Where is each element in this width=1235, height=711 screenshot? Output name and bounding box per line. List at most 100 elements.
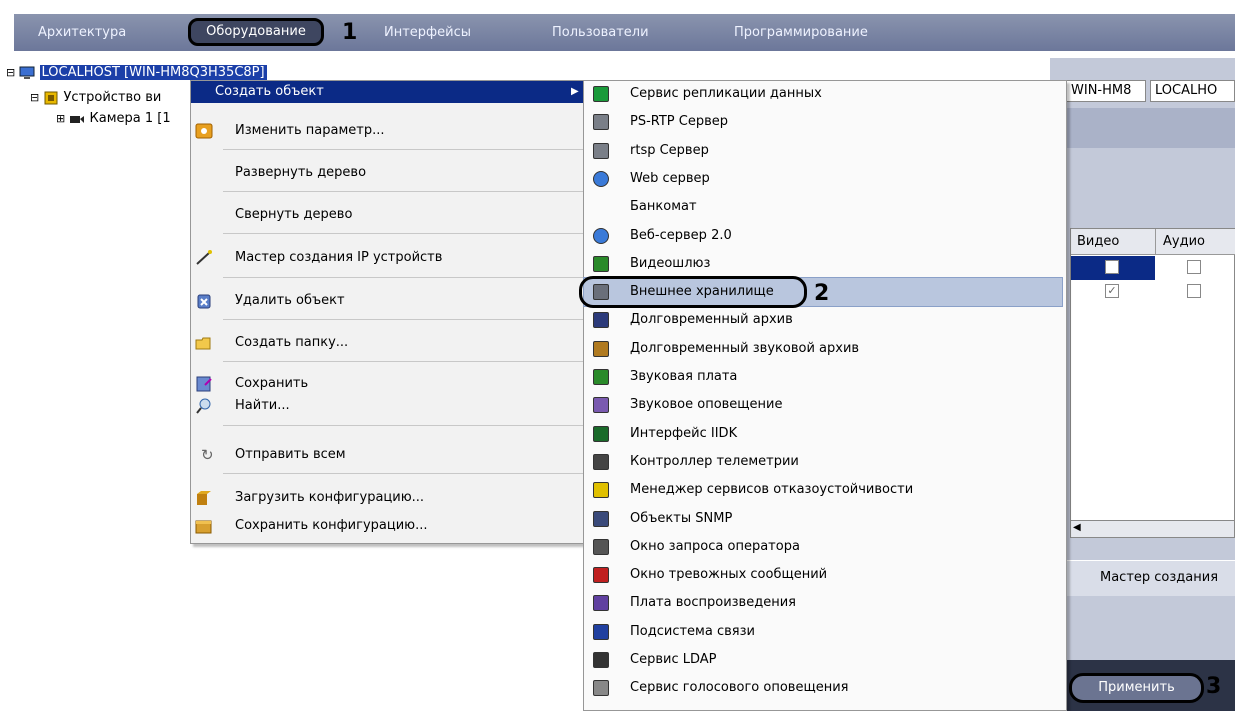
submenu-item[interactable]: Менеджер сервисов отказоустойчивости <box>584 476 1066 504</box>
tab-programming[interactable]: Программирование <box>734 14 868 51</box>
submenu-item[interactable]: Объекты SNMP <box>584 505 1066 533</box>
submenu-item-label: Подсистема связи <box>630 623 755 639</box>
tab-users[interactable]: Пользователи <box>552 14 649 51</box>
menu-separator <box>223 473 585 474</box>
submenu-item[interactable]: Окно тревожных сообщений <box>584 561 1066 589</box>
submenu-item[interactable]: Долговременный звуковой архив <box>584 335 1066 363</box>
computer-icon <box>19 66 35 79</box>
context-menu: Создать объект ▶ Изменить параметр... Ра… <box>190 80 588 544</box>
video-checkbox-1[interactable] <box>1105 260 1119 274</box>
new-folder-icon <box>195 337 211 350</box>
menu-create-folder[interactable]: Создать папку... <box>191 329 587 357</box>
submenu-item[interactable]: PS-RTP Сервер <box>584 108 1066 136</box>
submenu-item-label: Сервис LDAP <box>630 652 717 667</box>
save-icon <box>196 376 212 392</box>
menu-find[interactable]: Найти... <box>191 392 587 420</box>
menu-expand-tree[interactable]: Развернуть дерево <box>191 159 587 187</box>
expand-icon[interactable]: ⊞ <box>56 112 65 125</box>
submenu-item[interactable]: Звуковая плата <box>584 363 1066 391</box>
collapse-icon[interactable]: ⊟ <box>6 66 15 79</box>
menu-collapse-tree[interactable]: Свернуть дерево <box>191 201 587 229</box>
collapse-icon[interactable]: ⊟ <box>30 91 39 104</box>
submenu-item-label: Сервис голосового оповещения <box>630 680 849 696</box>
submenu-item-label: Долговременный звуковой архив <box>630 340 860 356</box>
submenu-item-label: Объекты SNMP <box>630 510 733 526</box>
grid-table: Видео Аудио ✓ <box>1070 228 1235 534</box>
tree-device[interactable]: ⊟ Устройство ви <box>30 89 161 107</box>
col-video[interactable]: Видео <box>1077 234 1119 249</box>
submenu-item[interactable]: rtsp Сервер <box>584 137 1066 165</box>
menu-delete-object[interactable]: Удалить объект <box>191 287 587 315</box>
camera-icon <box>70 115 85 123</box>
telemetry-icon <box>593 453 609 470</box>
apply-button[interactable]: Применить <box>1069 673 1204 703</box>
save-config-icon <box>195 520 212 534</box>
col-divider <box>1155 229 1156 255</box>
submenu-item-label: Менеджер сервисов отказоустойчивости <box>630 482 914 498</box>
submenu-item-label: Плата воспроизведения <box>630 595 796 611</box>
submenu-item[interactable]: Веб-сервер 2.0 <box>584 222 1066 250</box>
server-icon <box>593 114 609 131</box>
submenu-item-label: rtsp Сервер <box>630 142 709 158</box>
menu-change-param[interactable]: Изменить параметр... <box>191 117 587 145</box>
scroll-left-icon[interactable]: ◀ <box>1073 522 1081 533</box>
submenu-item[interactable]: Web сервер <box>584 165 1066 193</box>
submenu-item[interactable]: Подсистема связи <box>584 618 1066 646</box>
monitor-icon <box>593 623 609 640</box>
submenu-item-label: PS-RTP Сервер <box>630 114 729 130</box>
audio-checkbox-2[interactable] <box>1187 284 1201 298</box>
video-checkbox-2[interactable]: ✓ <box>1105 284 1119 298</box>
audio-checkbox-1[interactable] <box>1187 260 1201 274</box>
submenu-item[interactable]: Сервис репликации данных <box>584 80 1066 108</box>
submenu-item[interactable]: Долговременный архив <box>584 306 1066 334</box>
submenu-item[interactable]: Окно запроса оператора <box>584 533 1066 561</box>
tab-architecture[interactable]: Архитектура <box>38 14 126 51</box>
submenu-item[interactable]: Звуковое оповещение <box>584 391 1066 419</box>
refresh-icon: ↻ <box>201 446 214 464</box>
menu-separator <box>223 277 585 278</box>
submenu-item[interactable]: Видеошлюз <box>584 250 1066 278</box>
snmp-icon <box>593 510 609 527</box>
submenu-item[interactable]: Интерфейс IIDK <box>584 420 1066 448</box>
hand-icon <box>593 538 609 555</box>
horizontal-scrollbar[interactable]: ◀ <box>1070 520 1235 538</box>
menu-ip-wizard[interactable]: Мастер создания IP устройств <box>191 244 587 272</box>
alarm-list-icon <box>593 567 609 584</box>
callout-2: 2 <box>814 281 830 306</box>
submenu-item-label: Web сервер <box>630 170 710 186</box>
magic-wand-icon <box>196 250 212 265</box>
menu-separator <box>223 149 585 150</box>
col-audio[interactable]: Аудио <box>1163 234 1205 249</box>
wizard-button[interactable]: Мастер создания <box>1100 570 1218 585</box>
submenu-item[interactable]: Сервис голосового оповещения <box>584 674 1066 702</box>
menu-separator <box>223 319 585 320</box>
submenu-item-label: Долговременный архив <box>630 312 793 328</box>
submenu-item[interactable]: Банкомат <box>584 193 1066 221</box>
menu-load-config[interactable]: Загрузить конфигурацию... <box>191 484 587 512</box>
field-localhost[interactable]: LOCALHO <box>1150 80 1235 102</box>
submenu-item[interactable]: Сервис LDAP <box>584 646 1066 674</box>
load-config-icon <box>197 491 211 505</box>
menu-save-config[interactable]: Сохранить конфигурацию... <box>191 512 587 540</box>
callout-3: 3 <box>1206 674 1222 699</box>
tree-camera[interactable]: ⊞ Камера 1 [1 <box>56 110 171 128</box>
submenu-item-label: Контроллер телеметрии <box>630 453 799 469</box>
tree-device-label: Устройство ви <box>63 90 162 105</box>
tab-equipment[interactable]: Оборудование <box>188 18 324 46</box>
submenu-item-label: Видеошлюз <box>630 255 711 271</box>
menu-create-object[interactable]: Создать объект ▶ <box>191 78 587 106</box>
submenu-item[interactable]: Контроллер телеметрии <box>584 448 1066 476</box>
menu-send-all[interactable]: ↻ Отправить всем <box>191 441 587 469</box>
tab-interfaces[interactable]: Интерфейсы <box>384 14 471 51</box>
field-hostname[interactable]: WIN-HM8 <box>1066 80 1146 102</box>
submenu-item[interactable]: Плата воспроизведения <box>584 589 1066 617</box>
submenu-item-label: Внешнее хранилище <box>630 284 774 300</box>
storage-icon <box>593 284 609 301</box>
archive-icon <box>593 312 609 329</box>
submenu-item-label: Звуковая плата <box>630 369 738 384</box>
submenu-item-label: Звуковое оповещение <box>630 397 783 413</box>
menu-ip-wizard-label: Мастер создания IP устройств <box>235 250 443 265</box>
server-icon <box>593 142 609 159</box>
submenu-item-label: Интерфейс IIDK <box>630 425 738 441</box>
device-icon <box>44 91 58 104</box>
